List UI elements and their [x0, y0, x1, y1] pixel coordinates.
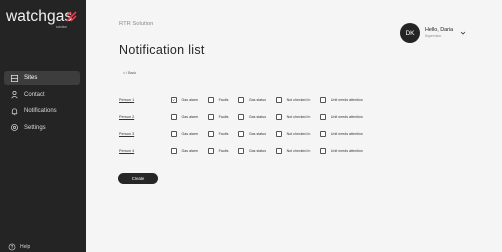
user-role: Supervisor	[425, 34, 442, 38]
option-label: Not checked in	[286, 115, 311, 119]
unit-needs-attention-checkbox[interactable]: Unit needs attention	[320, 114, 363, 120]
option-label: Faults	[218, 98, 229, 102]
checkbox-box	[238, 148, 244, 154]
checkbox-box	[208, 97, 214, 103]
checkbox-box	[320, 97, 326, 103]
checkbox-box	[276, 131, 282, 137]
gas-status-checkbox[interactable]: Gas status	[238, 114, 266, 120]
not-checked-in-checkbox[interactable]: Not checked in	[276, 114, 310, 120]
person-link[interactable]: Person 4	[119, 149, 171, 153]
option-label: Faults	[218, 115, 229, 119]
sidebar-item-label: Notifications	[24, 108, 57, 114]
checkbox-box	[238, 97, 244, 103]
user-menu[interactable]: DK Hello, Daria Supervisor	[400, 23, 466, 43]
person-link[interactable]: Person 2	[119, 115, 171, 119]
faults-checkbox[interactable]: Faults	[208, 97, 228, 103]
person-row-4: Person 4 Gas alarm Faults Gas status Not…	[119, 147, 373, 155]
option-label: Faults	[218, 149, 229, 153]
checkbox-box	[320, 114, 326, 120]
help-icon	[8, 243, 16, 251]
avatar: DK	[400, 23, 420, 43]
sidebar-item-label: Sites	[24, 75, 38, 81]
not-checked-in-checkbox[interactable]: Not checked in	[276, 97, 310, 103]
checkbox-box	[238, 131, 244, 137]
checkmark-icon	[172, 99, 175, 102]
gas-alarm-checkbox[interactable]: Gas alarm	[171, 131, 198, 137]
option-label: Gas status	[248, 132, 267, 136]
checkbox-box	[171, 97, 177, 103]
option-label: Gas alarm	[181, 115, 199, 119]
option-label: Unit needs attention	[330, 115, 363, 119]
gas-alarm-checkbox[interactable]: Gas alarm	[171, 148, 198, 154]
sidebar-item-label: Contact	[24, 91, 45, 98]
option-label: Gas status	[248, 115, 267, 119]
option-label: Not checked in	[286, 132, 311, 136]
sidebar-item-contact[interactable]: Contact	[4, 88, 80, 102]
option-label: Unit needs attention	[330, 98, 363, 102]
unit-needs-attention-checkbox[interactable]: Unit needs attention	[320, 131, 363, 137]
bell-icon	[11, 107, 18, 115]
option-label: Gas alarm	[181, 98, 199, 102]
checkbox-box	[208, 148, 214, 154]
watchgas-logo[interactable]: watchgas solution	[6, 9, 82, 33]
help-label: Help	[20, 244, 31, 250]
gear-icon	[11, 124, 18, 131]
option-label: Gas status	[248, 149, 267, 153]
chevron-down-icon	[460, 31, 466, 35]
sidebar-item-label: Settings	[24, 124, 46, 131]
not-checked-in-checkbox[interactable]: Not checked in	[276, 148, 310, 154]
sidebar-item-settings[interactable]: Settings	[4, 121, 80, 135]
person-row-1: Person 1 Gas alarm Faults Gas status Not…	[119, 96, 373, 104]
checkbox-box	[208, 131, 214, 137]
checkbox-box	[276, 97, 282, 103]
checkbox-box	[320, 131, 326, 137]
checkbox-box	[171, 114, 177, 120]
faults-checkbox[interactable]: Faults	[208, 148, 228, 154]
gas-status-checkbox[interactable]: Gas status	[238, 97, 266, 103]
logo-mark-icon	[66, 11, 77, 22]
help-link[interactable]: Help	[8, 243, 30, 251]
option-label: Gas alarm	[181, 149, 199, 153]
sidebar: watchgas solution Sites Contact Notifica…	[0, 0, 86, 252]
checkbox-box	[276, 114, 282, 120]
option-label: Not checked in	[286, 98, 311, 102]
gas-alarm-checkbox[interactable]: Gas alarm	[171, 97, 198, 103]
checkbox-box	[171, 131, 177, 137]
gas-status-checkbox[interactable]: Gas status	[238, 131, 266, 137]
grid-icon	[10, 74, 19, 82]
main-content: RTR Solution Notification list < / Back …	[86, 0, 502, 252]
gas-status-checkbox[interactable]: Gas status	[238, 148, 266, 154]
create-button[interactable]: Create	[118, 173, 158, 184]
page-title: Notification list	[119, 43, 205, 57]
person-row-2: Person 2 Gas alarm Faults Gas status Not…	[119, 113, 373, 121]
not-checked-in-checkbox[interactable]: Not checked in	[276, 131, 310, 137]
option-label: Gas alarm	[181, 132, 199, 136]
checkbox-box	[208, 114, 214, 120]
option-label: Unit needs attention	[330, 132, 363, 136]
faults-checkbox[interactable]: Faults	[208, 131, 228, 137]
person-link[interactable]: Person 3	[119, 132, 171, 136]
checkbox-box	[276, 148, 282, 154]
checkbox-box	[171, 148, 177, 154]
option-label: Unit needs attention	[330, 149, 363, 153]
app-title: RTR Solution	[119, 21, 154, 27]
person-row-3: Person 3 Gas alarm Faults Gas status Not…	[119, 130, 373, 138]
gas-alarm-checkbox[interactable]: Gas alarm	[171, 114, 198, 120]
unit-needs-attention-checkbox[interactable]: Unit needs attention	[320, 148, 363, 154]
back-link[interactable]: < / Back	[123, 71, 136, 75]
option-label: Faults	[218, 132, 229, 136]
checkbox-box	[238, 114, 244, 120]
option-label: Gas status	[248, 98, 267, 102]
sidebar-item-sites[interactable]: Sites	[4, 71, 80, 85]
sidebar-nav: Sites Contact Notifications Settings	[4, 71, 80, 137]
person-icon	[11, 90, 18, 99]
person-link[interactable]: Person 1	[119, 98, 171, 102]
option-label: Not checked in	[286, 149, 311, 153]
logo-tagline: solution	[56, 25, 67, 29]
unit-needs-attention-checkbox[interactable]: Unit needs attention	[320, 97, 363, 103]
faults-checkbox[interactable]: Faults	[208, 114, 228, 120]
sidebar-item-notifications[interactable]: Notifications	[4, 104, 80, 118]
checkbox-box	[320, 148, 326, 154]
